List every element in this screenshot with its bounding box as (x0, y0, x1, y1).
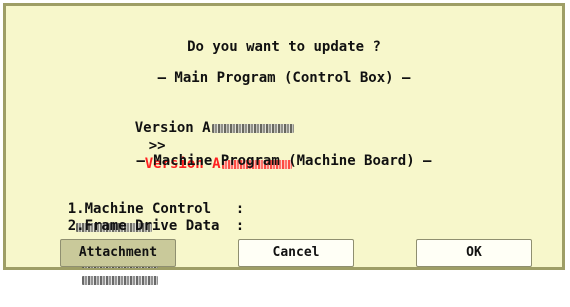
current-version-number-redacted (211, 123, 294, 133)
frame-drive-separator: : (235, 218, 245, 234)
update-dialog: Do you want to update ? — Main Program (… (3, 3, 565, 285)
update-question: Do you want to update ? (187, 39, 381, 55)
ok-button[interactable]: OK (416, 239, 532, 267)
machine-program-header: — Machine Program (Machine Board) — (136, 153, 432, 169)
cancel-button[interactable]: Cancel (238, 239, 354, 267)
frame-drive-new-redacted (81, 275, 158, 285)
attachment-button[interactable]: Attachment (60, 239, 176, 267)
main-program-header: — Main Program (Control Box) — (157, 70, 411, 86)
frame-drive-label: 2.Frame Drive Data (67, 218, 220, 234)
main-version-row: Version A >> Version A (101, 101, 295, 191)
current-version-label: Version A (134, 120, 211, 136)
